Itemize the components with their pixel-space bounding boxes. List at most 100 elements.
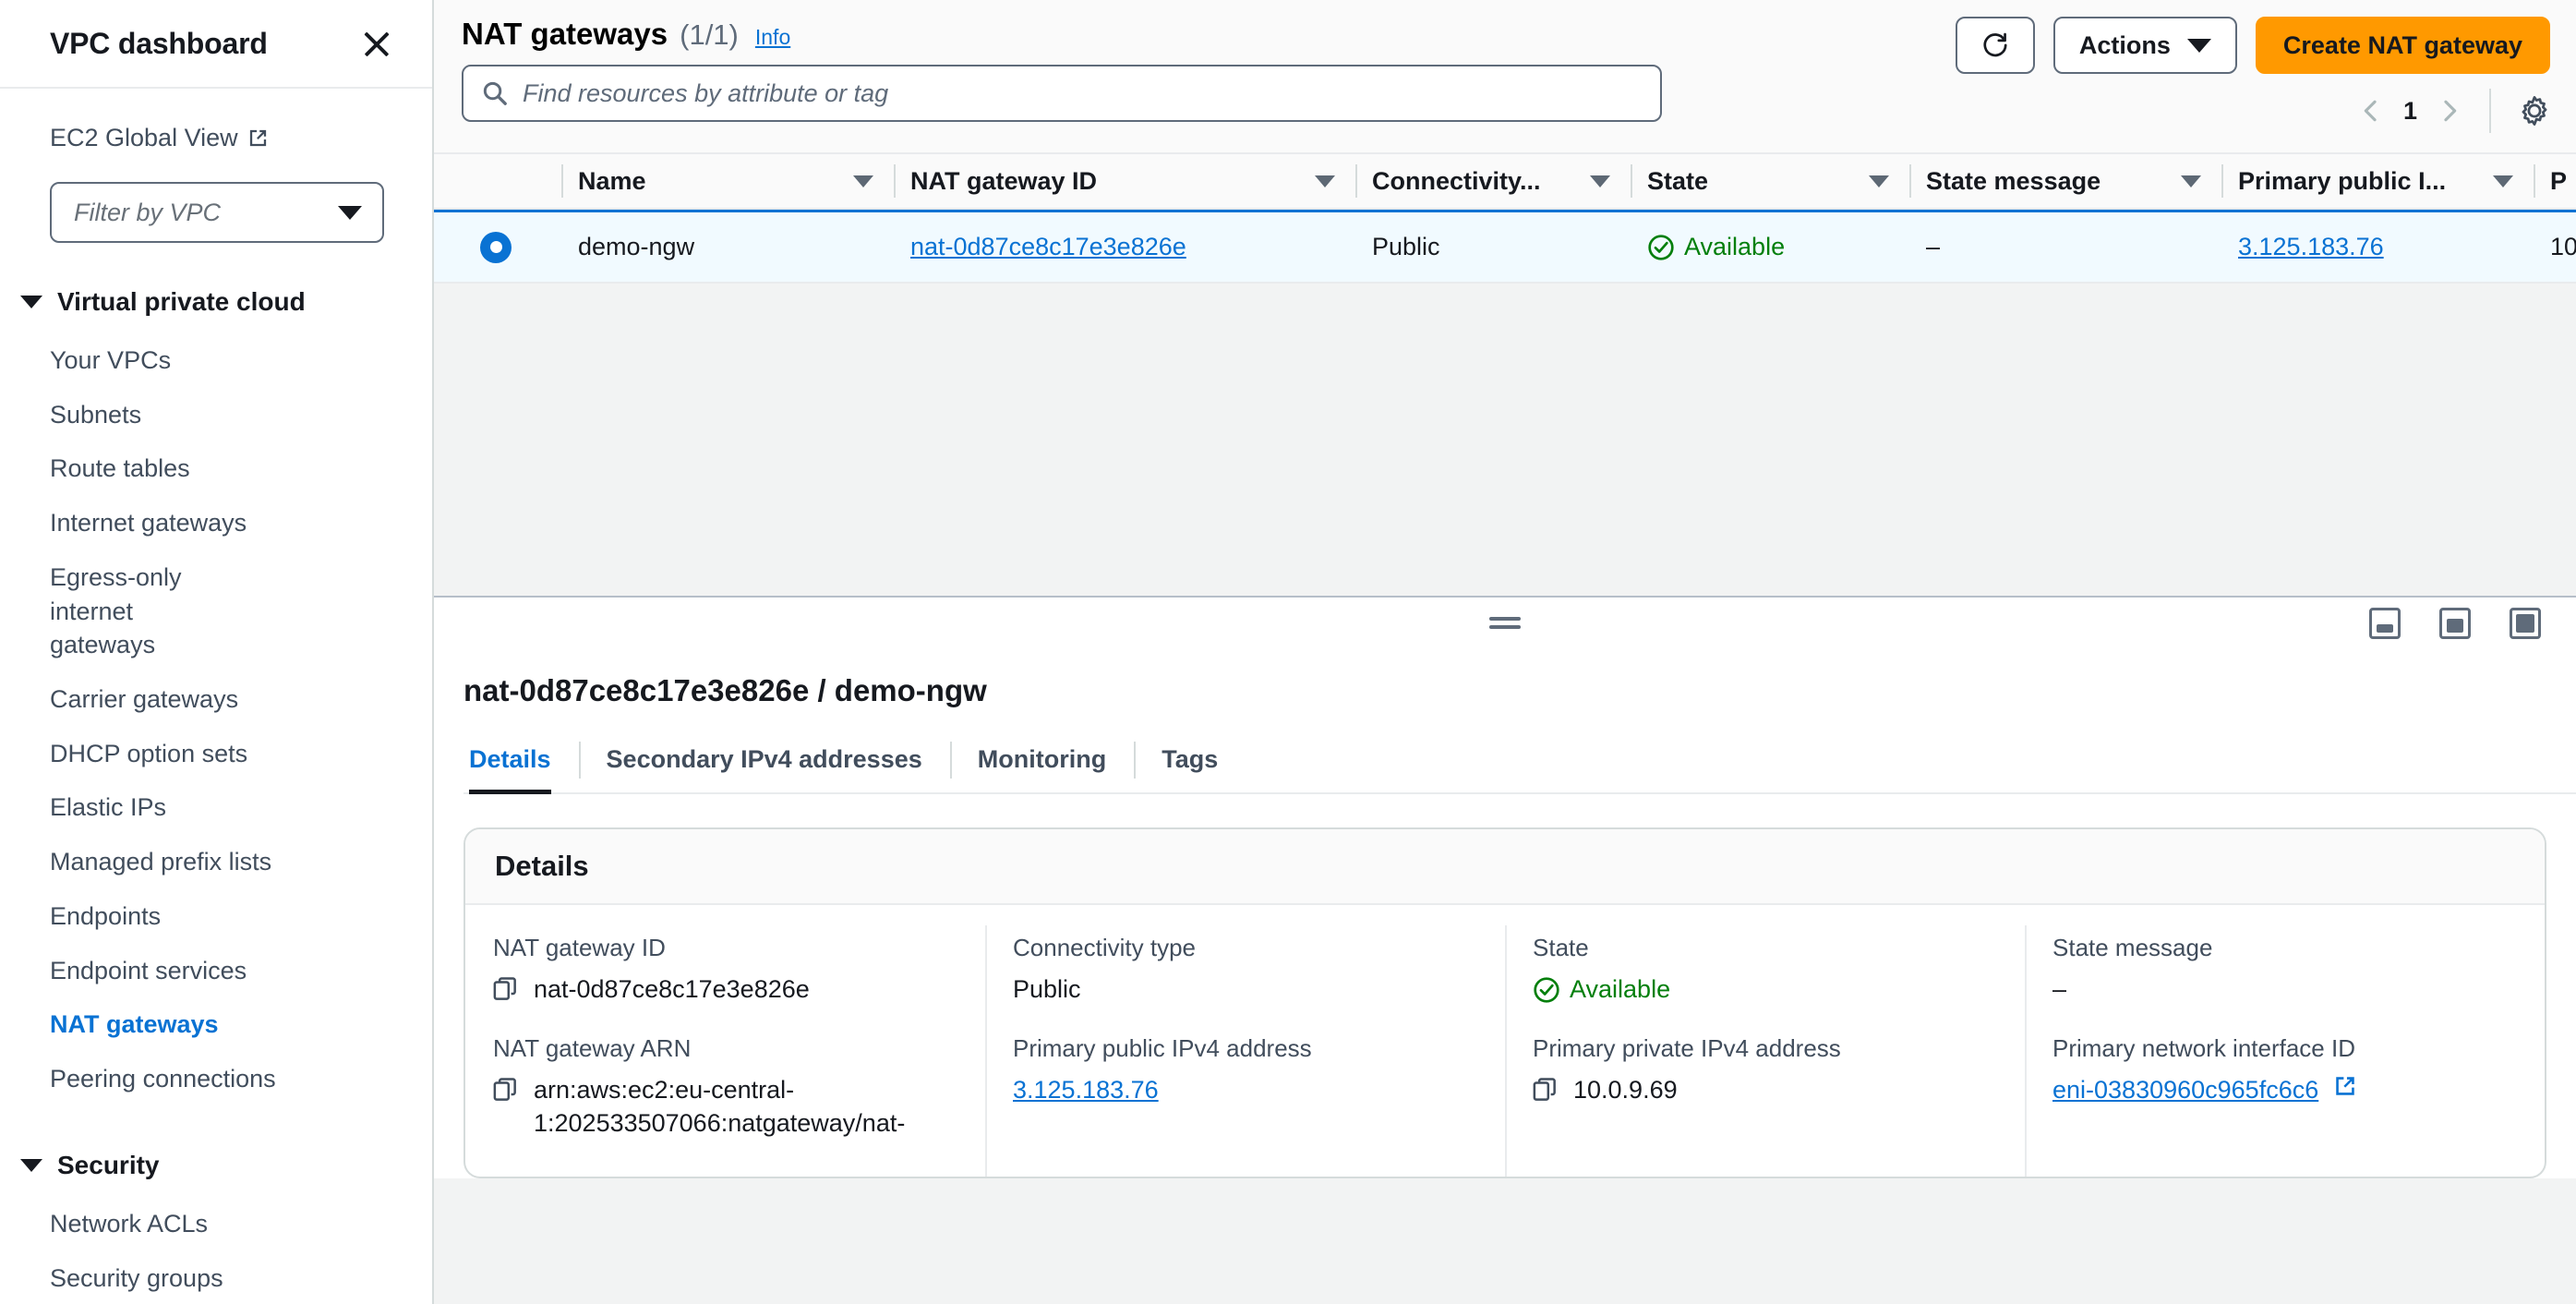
column-label: Primary public I... <box>2238 166 2447 195</box>
sidebar-item-peering-connections[interactable]: Peering connections <box>0 1052 432 1106</box>
network-interface-link[interactable]: eni-03830960c965fc6c6 <box>2052 1074 2318 1107</box>
details-column-3: State Available Primary private IPv4 add… <box>1505 905 2025 1177</box>
cell-nat-gateway-id[interactable]: nat-0d87ce8c17e3e826e <box>894 211 1355 284</box>
tab-details[interactable]: Details <box>463 742 579 794</box>
sort-icon <box>853 175 873 187</box>
ec2-global-view-label: EC2 Global View <box>50 124 238 151</box>
sidebar-body: EC2 Global View Filter by VPC Virtual pr… <box>0 89 432 1304</box>
field-label: State <box>1533 934 1589 961</box>
sidebar-item-endpoint-services[interactable]: Endpoint services <box>0 944 432 998</box>
info-link[interactable]: Info <box>755 25 790 50</box>
copy-icon[interactable] <box>493 1077 519 1103</box>
details-card-header: Details <box>465 829 2545 905</box>
detail-panel: nat-0d87ce8c17e3e826e / demo-ngw Details… <box>434 647 2576 1179</box>
create-nat-gateway-label: Create NAT gateway <box>2282 30 2522 59</box>
field-value: – <box>2052 974 2067 1003</box>
sidebar-title: VPC dashboard <box>50 26 268 60</box>
field-label: NAT gateway ARN <box>493 1034 692 1063</box>
field-primary-public-ipv4: Primary public IPv4 address 3.125.183.76 <box>1013 1033 1477 1106</box>
table-header-name[interactable]: Name <box>561 152 894 210</box>
details-grid: NAT gateway ID nat-0d87ce8c17e3e826e NAT… <box>465 905 2545 1177</box>
sidebar-item-egress-only-internet-gateways[interactable]: Egress-only internet gateways <box>0 550 432 672</box>
vpc-filter-select[interactable]: Filter by VPC <box>50 182 384 243</box>
table-header-primary-public-ip[interactable]: Primary public I... <box>2221 152 2534 210</box>
sidebar-item-your-vpcs[interactable]: Your VPCs <box>0 333 432 388</box>
create-nat-gateway-button[interactable]: Create NAT gateway <box>2255 17 2550 74</box>
next-page-icon[interactable] <box>2438 99 2462 123</box>
panel-size-medium-icon[interactable] <box>2439 608 2471 639</box>
copy-icon[interactable] <box>1533 1077 1559 1103</box>
details-column-2: Connectivity type Public Primary public … <box>985 905 1505 1177</box>
panel-layout-controls <box>2369 608 2541 639</box>
sidebar-group-label: Security <box>57 1150 160 1179</box>
panel-splitter[interactable] <box>434 596 2576 647</box>
table-header-primary-private-ip[interactable]: P <box>2534 152 2576 210</box>
chevron-down-icon <box>338 205 362 220</box>
table-row[interactable]: demo-ngw nat-0d87ce8c17e3e826e Public Av… <box>434 210 2576 284</box>
status-badge: Available <box>1647 233 1785 261</box>
panel-size-large-icon[interactable] <box>2510 608 2541 639</box>
resource-count: (1/1) <box>680 18 739 51</box>
table-header-state[interactable]: State <box>1631 152 1909 210</box>
sidebar-item-route-tables[interactable]: Route tables <box>0 441 432 496</box>
main-content: NAT gateways (1/1) Info Find resources b… <box>434 0 2576 1304</box>
table-header-nat-gateway-id[interactable]: NAT gateway ID <box>894 152 1355 210</box>
primary-public-ip-link[interactable]: 3.125.183.76 <box>1013 1074 1159 1107</box>
sidebar-item-network-acls[interactable]: Network ACLs <box>0 1197 432 1251</box>
details-card: Details NAT gateway ID nat-0d87ce8c17e3e… <box>463 827 2546 1179</box>
detail-panel-title: nat-0d87ce8c17e3e826e / demo-ngw <box>463 673 987 707</box>
field-value: 10.0.9.69 <box>1533 1074 1997 1107</box>
field-state: State Available <box>1533 933 1997 1006</box>
drag-handle-icon[interactable] <box>1489 612 1521 634</box>
sidebar-item-nat-gateways[interactable]: NAT gateways <box>0 997 432 1052</box>
refresh-button[interactable] <box>1955 17 2035 74</box>
sidebar-item-elastic-ips[interactable]: Elastic IPs <box>0 780 432 835</box>
vpc-console: VPC dashboard EC2 Global View Filter by … <box>0 0 2576 1304</box>
field-primary-network-interface-id: Primary network interface ID eni-0383096… <box>2052 1033 2517 1106</box>
table-header-connectivity[interactable]: Connectivity... <box>1355 152 1631 210</box>
field-label: State message <box>2052 934 2213 961</box>
table-header-state-message[interactable]: State message <box>1909 152 2221 210</box>
tab-monitoring[interactable]: Monitoring <box>949 742 1134 792</box>
check-circle-icon <box>1648 234 1674 260</box>
primary-public-ip-link[interactable]: 3.125.183.76 <box>2238 233 2384 261</box>
search-input[interactable]: Find resources by attribute or tag <box>462 65 1662 122</box>
cell-primary-public-ip[interactable]: 3.125.183.76 <box>2221 211 2534 284</box>
sidebar-item-managed-prefix-lists[interactable]: Managed prefix lists <box>0 835 432 889</box>
sidebar-item-dhcp-option-sets[interactable]: DHCP option sets <box>0 727 432 781</box>
page-number[interactable]: 1 <box>2403 97 2417 126</box>
close-icon[interactable] <box>358 25 395 62</box>
sidebar-item-security-groups[interactable]: Security groups <box>0 1251 432 1304</box>
previous-page-icon[interactable] <box>2359 99 2383 123</box>
tab-tags[interactable]: Tags <box>1134 742 1246 792</box>
actions-button[interactable]: Actions <box>2052 17 2237 74</box>
tab-secondary-ipv4-addresses[interactable]: Secondary IPv4 addresses <box>578 742 950 792</box>
sidebar-item-ec2-global-view[interactable]: EC2 Global View <box>0 124 432 152</box>
field-value: 3.125.183.76 <box>1013 1074 1477 1107</box>
column-label: Name <box>578 166 646 195</box>
field-value: nat-0d87ce8c17e3e826e <box>493 973 957 1007</box>
external-link-icon[interactable] <box>2333 1074 2354 1095</box>
settings-gear-icon[interactable] <box>2519 95 2550 127</box>
sort-icon <box>1869 175 1889 187</box>
sidebar-item-subnets[interactable]: Subnets <box>0 388 432 442</box>
panel-size-small-icon[interactable] <box>2369 608 2401 639</box>
detail-tabs: Details Secondary IPv4 addresses Monitor… <box>463 742 2576 794</box>
check-circle-icon <box>1534 976 1559 1003</box>
nat-gateways-table: Name NAT gateway ID Connectivity... Stat… <box>434 152 2576 596</box>
sort-icon <box>1315 175 1335 187</box>
sidebar-group-header-security[interactable]: Security <box>0 1151 432 1180</box>
sidebar-item-carrier-gateways[interactable]: Carrier gateways <box>0 672 432 727</box>
sidebar-item-internet-gateways[interactable]: Internet gateways <box>0 496 432 550</box>
sidebar-group-header-vpc[interactable]: Virtual private cloud <box>0 287 432 317</box>
sidebar-item-endpoints[interactable]: Endpoints <box>0 889 432 944</box>
radio-selected-icon[interactable] <box>480 231 512 263</box>
nat-gateway-id-link[interactable]: nat-0d87ce8c17e3e826e <box>910 233 1186 261</box>
row-select-radio[interactable] <box>434 211 561 284</box>
details-column-1: NAT gateway ID nat-0d87ce8c17e3e826e NAT… <box>465 905 985 1177</box>
copy-icon[interactable] <box>493 976 519 1002</box>
pagination: 1 <box>2359 89 2550 133</box>
refresh-icon <box>1983 32 2007 57</box>
sidebar-group-security: Security Network ACLs Security groups <box>0 1151 432 1304</box>
field-label: Primary network interface ID <box>2052 1034 2355 1063</box>
